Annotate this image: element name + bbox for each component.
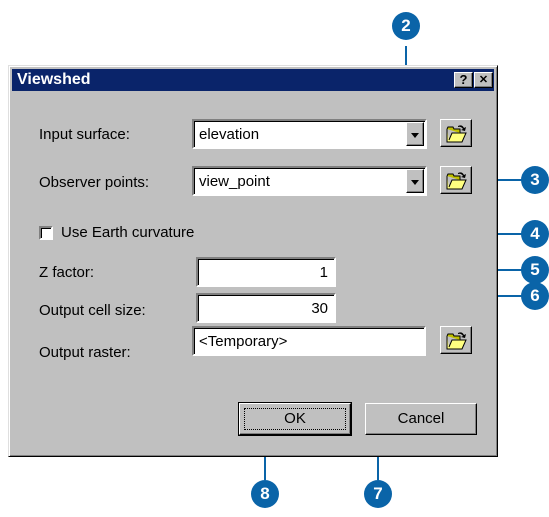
callout-7: 7 [364,480,392,508]
help-button[interactable]: ? [454,72,473,88]
title-bar[interactable]: Viewshed ? ✕ [12,69,494,91]
earth-curvature-label: Use Earth curvature [61,224,195,241]
observer-points-label: Observer points: [39,174,150,191]
ok-button[interactable]: OK [238,402,352,436]
output-cell-size-label: Output cell size: [39,302,146,319]
chevron-down-icon[interactable] [406,122,424,146]
callout-5: 5 [521,256,549,284]
close-button[interactable]: ✕ [474,72,493,88]
viewshed-dialog: Viewshed ? ✕ Input surface: elevation Ob… [8,65,498,457]
input-surface-value: elevation [199,126,260,143]
open-folder-icon [446,125,467,143]
input-surface-browse-button[interactable] [440,119,472,147]
observer-points-browse-button[interactable] [440,166,472,194]
output-cell-size-value: 30 [311,300,328,317]
input-surface-label: Input surface: [39,126,130,143]
open-folder-icon [446,172,467,190]
z-factor-label: Z factor: [39,264,95,281]
output-cell-size-input[interactable]: 30 [196,293,336,323]
output-raster-label: Output raster: [39,344,131,361]
open-folder-icon [446,332,467,350]
focus-rectangle [244,408,346,430]
observer-points-value: view_point [199,173,270,190]
callout-4: 4 [521,220,549,248]
callout-8: 8 [251,480,279,508]
observer-points-select[interactable]: view_point [192,166,427,196]
dialog-title: Viewshed [17,71,91,88]
cancel-button[interactable]: Cancel [365,403,477,435]
cancel-button-label: Cancel [397,410,445,427]
z-factor-value: 1 [319,264,328,281]
chevron-down-icon[interactable] [406,169,424,193]
earth-curvature-checkbox[interactable] [39,226,53,240]
input-surface-select[interactable]: elevation [192,119,427,149]
output-raster-value: <Temporary> [199,333,288,350]
output-raster-input[interactable]: <Temporary> [192,326,426,356]
z-factor-input[interactable]: 1 [196,257,336,287]
callout-3: 3 [521,166,549,194]
output-raster-browse-button[interactable] [440,326,472,354]
callout-2: 2 [392,12,420,40]
callout-6: 6 [521,282,549,310]
